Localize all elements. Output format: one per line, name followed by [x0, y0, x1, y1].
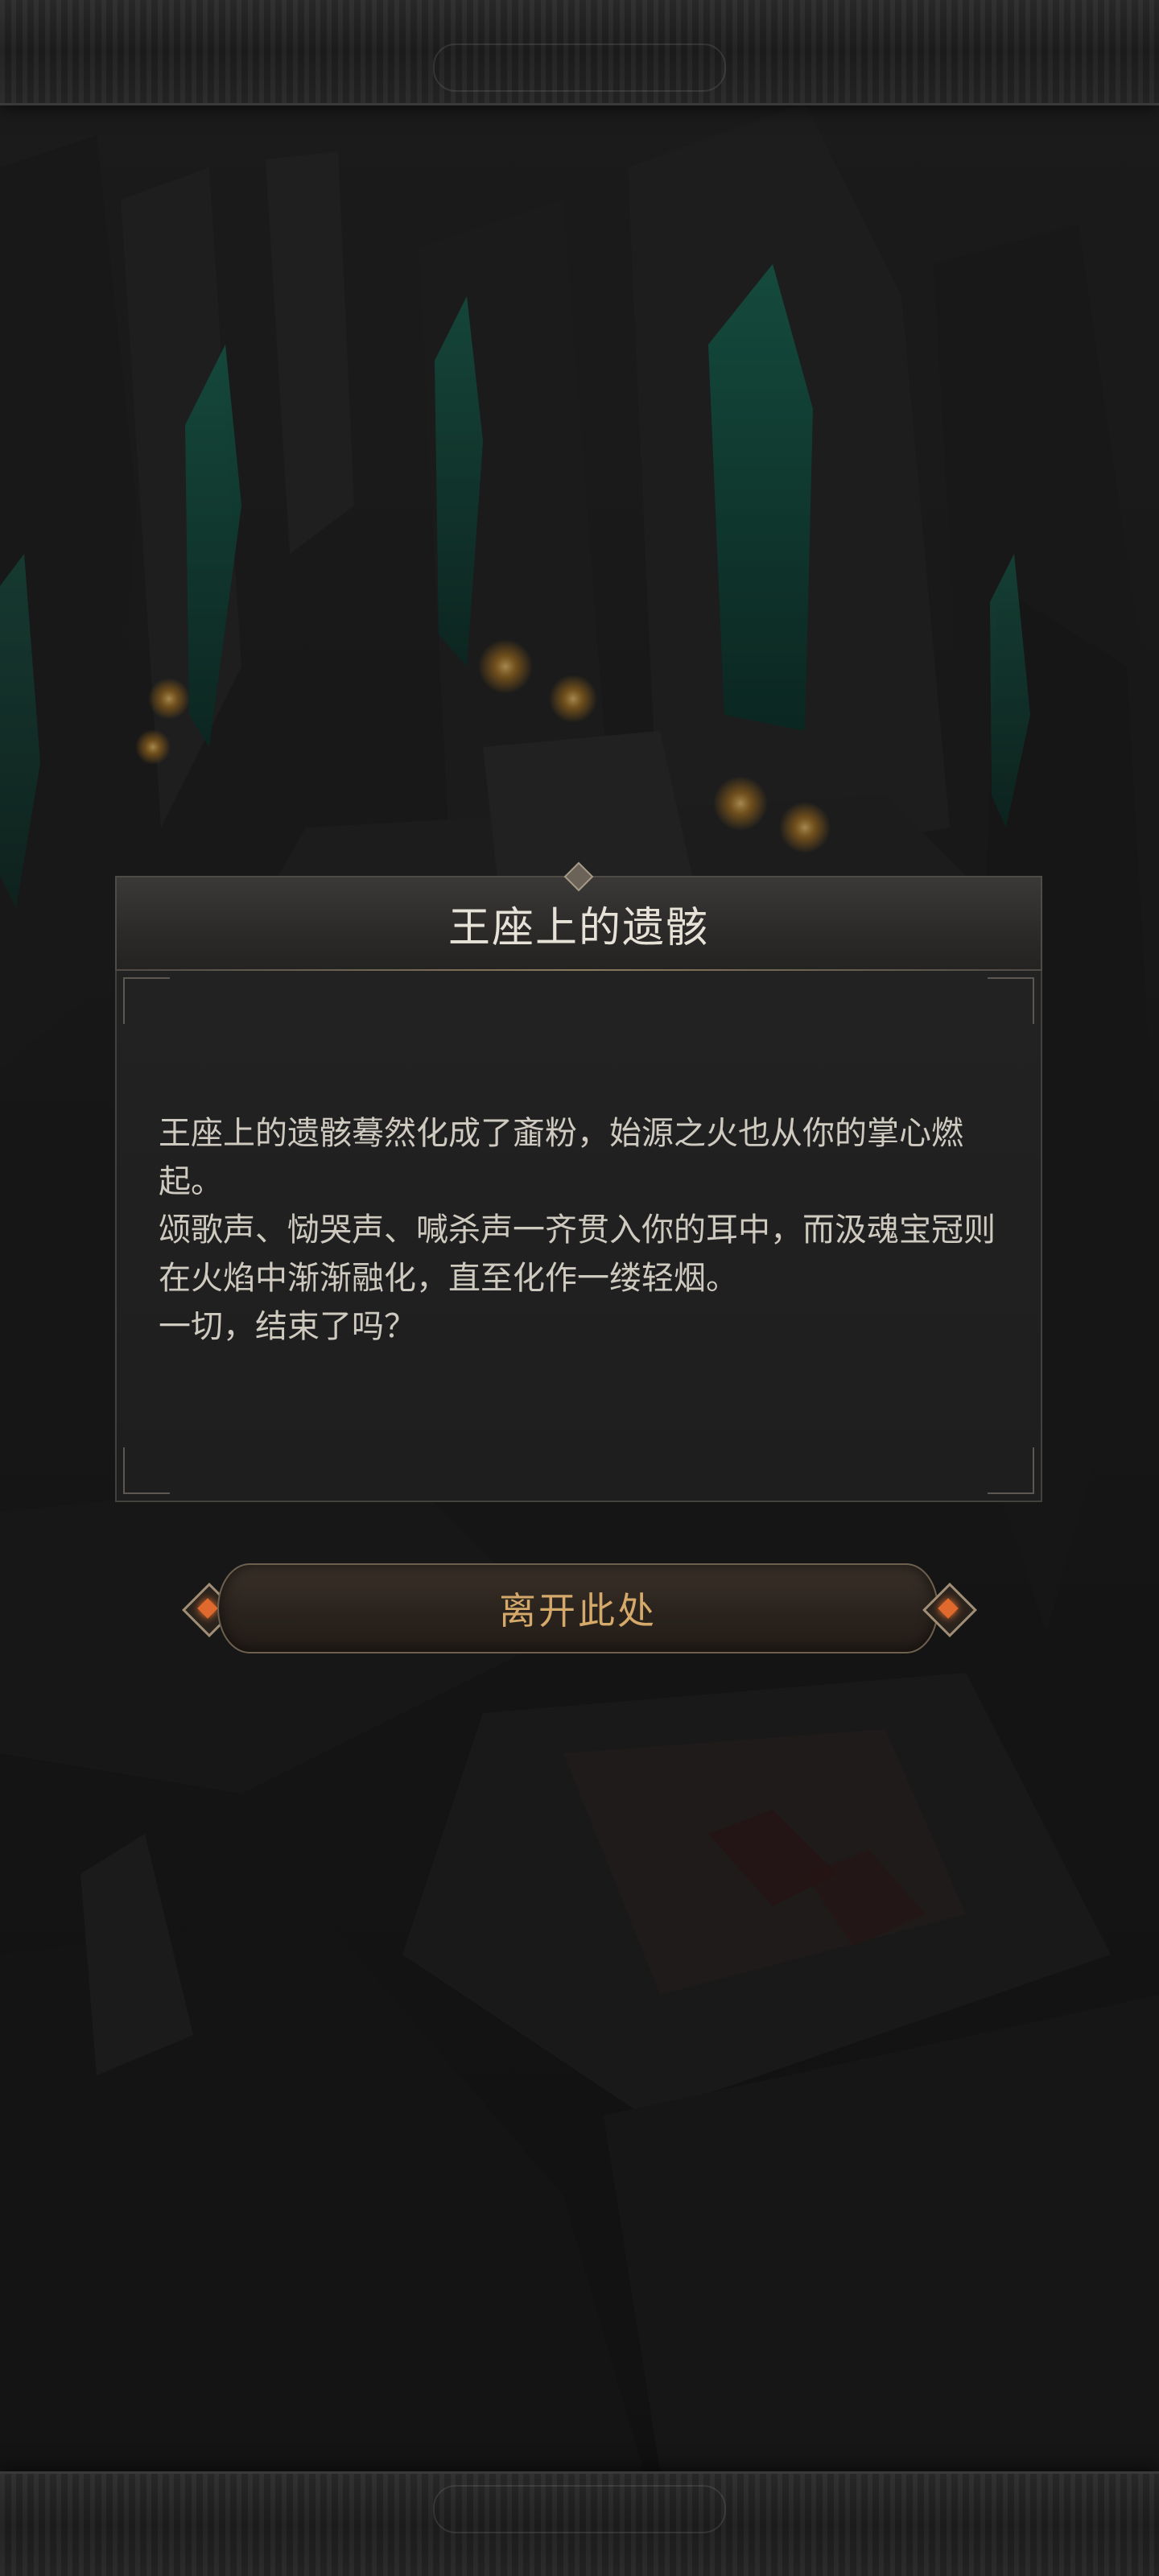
dialog-header: 王座上的遗骸 [115, 861, 1042, 971]
game-screen: 王座上的遗骸 王座上的遗骸蓦然化成了齑粉，始源之火也从你的掌心燃起。 颂歌声、恸… [0, 0, 1159, 2576]
dialog-title: 王座上的遗骸 [448, 903, 709, 952]
dialog-text: 王座上的遗骸蓦然化成了齑粉，始源之火也从你的掌心燃起。 颂歌声、恸哭声、喊杀声一… [159, 1109, 1012, 1351]
bottom-frame [0, 2471, 1159, 2576]
top-frame [0, 0, 1159, 105]
dialog-body: 王座上的遗骸蓦然化成了齑粉，始源之火也从你的掌心燃起。 颂歌声、恸哭声、喊杀声一… [115, 971, 1042, 1502]
frame-ornament [433, 2485, 726, 2533]
frame-ornament [433, 43, 726, 92]
leave-button-body[interactable]: 离开此处 [217, 1563, 938, 1653]
corner-ornament-icon [988, 1447, 1034, 1494]
leave-button[interactable]: 离开此处 [179, 1557, 977, 1660]
corner-ornament-icon [123, 977, 170, 1024]
dialog-paragraph: 王座上的遗骸蓦然化成了齑粉，始源之火也从你的掌心燃起。 [159, 1115, 963, 1200]
event-dialog: 王座上的遗骸 王座上的遗骸蓦然化成了齑粉，始源之火也从你的掌心燃起。 颂歌声、恸… [115, 861, 1042, 1502]
button-gem-icon [919, 1579, 977, 1637]
dialog-paragraph: 颂歌声、恸哭声、喊杀声一齐贯入你的耳中，而汲魂宝冠则在火焰中渐渐融化，直至化作一… [159, 1212, 996, 1297]
dialog-paragraph: 一切，结束了吗？ [159, 1308, 416, 1345]
leave-button-label: 离开此处 [499, 1589, 657, 1633]
corner-ornament-icon [988, 977, 1034, 1024]
corner-ornament-icon [123, 1447, 170, 1494]
